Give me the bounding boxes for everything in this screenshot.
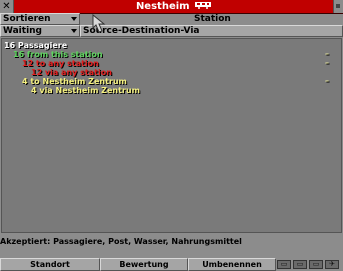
cargo-list: 16 Passagiere 16 from this station – 12 to …: [1, 38, 342, 233]
list-item[interactable]: 4 to Nestheim Zentrum: [22, 77, 127, 86]
airplane-icon[interactable]: ✈: [325, 260, 339, 269]
sort-criterion[interactable]: Station: [194, 13, 231, 25]
list-item[interactable]: 16 from this station: [13, 50, 103, 59]
truck-icon[interactable]: ▭: [277, 260, 291, 269]
station-window: ✕ Nestheim Sortieren Station Waiting Sou…: [0, 0, 343, 271]
chevron-down-icon: [71, 17, 77, 21]
list-item[interactable]: 4 via Nestheim Zentrum: [31, 86, 140, 95]
title-bar[interactable]: ✕ Nestheim: [0, 0, 343, 14]
expand-toggle[interactable]: –: [325, 49, 329, 58]
mouse-pointer-icon: [92, 13, 114, 38]
window-title-wrap: Nestheim: [13, 0, 334, 13]
ratings-button[interactable]: Bewertung: [100, 258, 188, 271]
expand-toggle[interactable]: –: [325, 76, 329, 85]
location-button[interactable]: Standort: [0, 258, 100, 271]
view-mode-dropdown[interactable]: Waiting: [0, 25, 80, 37]
view-mode-label: Waiting: [3, 26, 43, 36]
tram-icon: [195, 0, 212, 13]
sort-label: Sortieren: [3, 14, 51, 24]
sticky-button[interactable]: [333, 0, 343, 13]
rename-button[interactable]: Umbenennen: [188, 258, 276, 271]
bus-icon[interactable]: ▭: [293, 260, 307, 269]
close-icon: ✕: [2, 1, 11, 12]
window-title: Nestheim: [135, 1, 190, 12]
accepted-cargo: Akzeptiert: Passagiere, Post, Wasser, Na…: [0, 237, 242, 246]
list-item[interactable]: 16 Passagiere: [4, 41, 67, 50]
train-icon[interactable]: ▭: [309, 260, 323, 269]
expand-toggle[interactable]: –: [325, 58, 329, 67]
close-button[interactable]: ✕: [0, 0, 14, 13]
grouping-dropdown[interactable]: Source-Destination-Via: [80, 25, 343, 37]
chevron-down-icon: [71, 29, 77, 33]
list-item[interactable]: 12 to any station: [22, 59, 99, 68]
bottom-toolbar: Standort Bewertung Umbenennen ▭ ▭ ▭ ✈: [0, 258, 343, 271]
sort-dropdown[interactable]: Sortieren: [0, 13, 80, 25]
list-item[interactable]: 12 via any station: [31, 68, 112, 77]
